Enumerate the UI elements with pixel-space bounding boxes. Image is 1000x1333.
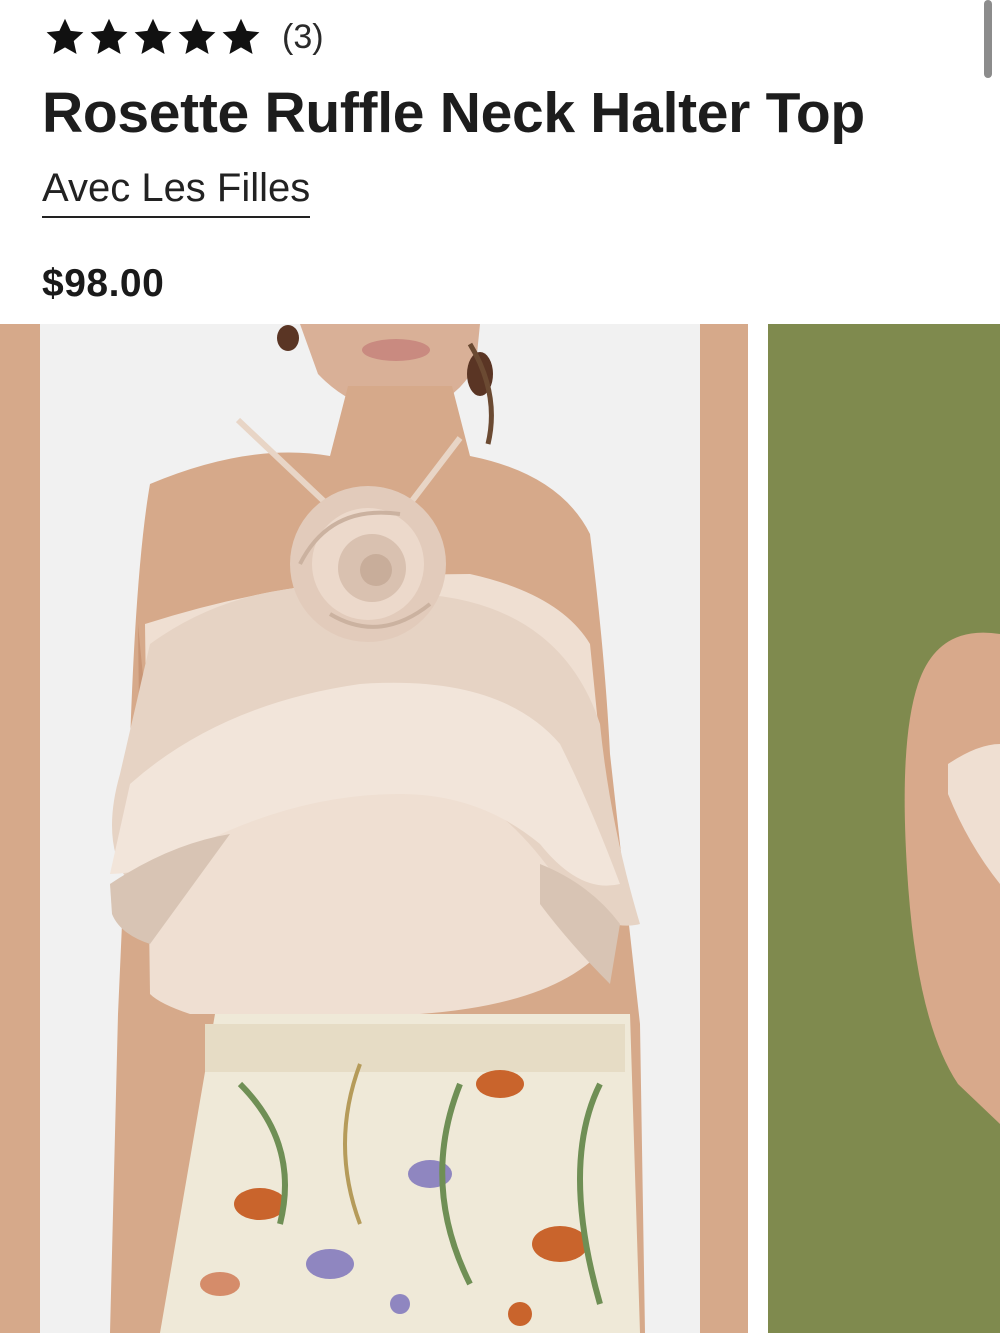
product-photo-alt-icon <box>768 324 1000 1333</box>
product-title: Rosette Ruffle Neck Halter Top <box>42 81 865 145</box>
rating[interactable]: (3) <box>44 14 324 60</box>
star-icon <box>88 16 130 58</box>
star-icon <box>220 16 262 58</box>
image-gallery[interactable] <box>0 324 1000 1333</box>
product-image-next[interactable] <box>768 324 1000 1333</box>
star-rating <box>44 16 262 58</box>
star-icon <box>44 16 86 58</box>
review-count[interactable]: (3) <box>282 18 324 57</box>
brand-link[interactable]: Avec Les Filles <box>42 166 311 218</box>
product-price: $98.00 <box>42 262 165 305</box>
star-icon <box>176 16 218 58</box>
scrollbar[interactable] <box>984 0 992 78</box>
product-photo-front-icon <box>0 324 748 1333</box>
product-image-main[interactable] <box>0 324 748 1333</box>
star-icon <box>132 16 174 58</box>
